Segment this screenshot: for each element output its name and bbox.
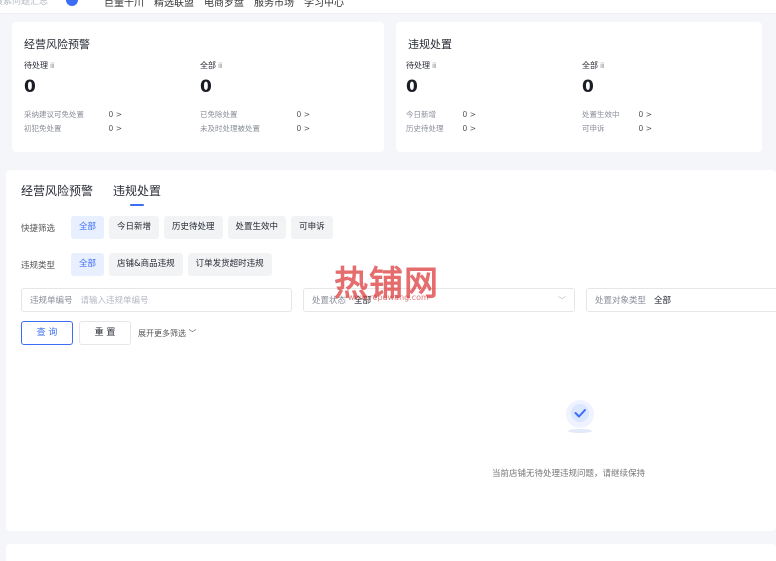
tab-risk-warning[interactable]: 经营风险预警 <box>21 182 93 199</box>
violation-row[interactable]: 今日新增 0 > <box>406 108 476 122</box>
violation-all-metric[interactable]: 全部 ⅲ 0 <box>582 60 604 97</box>
target-type-select[interactable]: 处置对象类型 全部 <box>586 288 776 312</box>
top-nav-bar: 搜索问题汇总 巨量千川 精选联盟 电商罗盘 服务市场 学习中心 <box>0 0 776 14</box>
chip-type-all[interactable]: 全部 <box>71 253 105 276</box>
nav-link-compass[interactable]: 电商罗盘 <box>204 0 244 9</box>
chip-type-shipping-timeout[interactable]: 订单发货超时违规 <box>187 253 272 276</box>
violation-all-value: 0 <box>582 77 594 97</box>
signal-icon: ⅲ <box>600 62 605 70</box>
chip-appealable[interactable]: 可申诉 <box>291 216 333 239</box>
chip-history-pending[interactable]: 历史待处理 <box>164 216 223 239</box>
chip-today-new[interactable]: 今日新增 <box>109 216 160 239</box>
bottom-panel <box>6 544 776 561</box>
empty-state-text: 当前店铺无待处理违规问题，请继续保持 <box>492 469 646 479</box>
risk-pending-label: 待处理 <box>24 61 48 70</box>
target-type-value: 全部 <box>654 296 672 306</box>
risk-all-value: 0 <box>200 77 212 97</box>
chevron-down-icon: ﹀ <box>188 329 197 338</box>
chip-all[interactable]: 全部 <box>71 216 105 239</box>
target-type-label: 处置对象类型 <box>595 296 647 306</box>
violation-type-label: 违规类型 <box>21 260 56 271</box>
chip-in-effect[interactable]: 处置生效中 <box>227 216 287 239</box>
ticket-number-label: 违规单编号 <box>30 296 73 306</box>
risk-rows-left: 采纳建议可免处置 0 > 初犯免处置 0 > <box>24 108 122 136</box>
empty-state-icon <box>566 400 594 433</box>
tab-violation-handling[interactable]: 违规处置 <box>113 182 161 206</box>
risk-all-metric[interactable]: 全部 ⅲ 0 <box>200 60 222 97</box>
nav-link-alliance[interactable]: 精选联盟 <box>154 0 194 9</box>
risk-row[interactable]: 已免除处置 0 > <box>200 108 310 122</box>
violation-pending-label: 待处理 <box>406 61 430 70</box>
violation-row[interactable]: 历史待处理 0 > <box>406 122 476 136</box>
signal-icon: ⅲ <box>218 62 223 70</box>
risk-row[interactable]: 初犯免处置 0 > <box>24 122 122 136</box>
chip-type-store-product[interactable]: 店铺&商品违规 <box>109 253 183 276</box>
quick-filter-label: 快捷筛选 <box>21 223 56 234</box>
violation-row[interactable]: 处置生效中 0 > <box>582 108 652 122</box>
ticket-number-input[interactable]: 请输入违规单编号 <box>81 294 149 306</box>
risk-pending-value: 0 <box>24 77 36 97</box>
risk-row[interactable]: 未及时处理被处置 0 > <box>200 122 310 136</box>
violation-rows-right: 处置生效中 0 > 可申诉 0 > <box>582 108 652 136</box>
query-button[interactable]: 查 询 <box>21 321 73 345</box>
violation-card-title: 违规处置 <box>408 38 452 51</box>
nav-link-learning-center[interactable]: 学习中心 <box>304 0 344 9</box>
violation-list-panel: 经营风险预警 违规处置 快捷筛选 全部 今日新增 历史待处理 处置生效中 可申诉… <box>6 170 776 531</box>
violation-rows-left: 今日新增 0 > 历史待处理 0 > <box>406 108 476 136</box>
risk-card-title: 经营风险预警 <box>24 38 90 51</box>
signal-icon: ⅲ <box>50 62 55 70</box>
ticket-number-field[interactable]: 违规单编号 请输入违规单编号 <box>21 288 292 312</box>
tab-bar: 经营风险预警 违规处置 <box>21 182 161 206</box>
signal-icon: ⅲ <box>432 62 437 70</box>
quick-filter-row: 快捷筛选 全部 今日新增 历史待处理 处置生效中 可申诉 <box>21 216 338 239</box>
violation-type-row: 违规类型 全部 店铺&商品违规 订单发货超时违规 <box>21 253 277 276</box>
expand-filters-link[interactable]: 展开更多筛选 ﹀ <box>138 328 197 339</box>
summary-panel: 经营风险预警 待处理 ⅲ 0 全部 ⅲ 0 采纳建议可免处置 0 > 初犯免处置 0 >… <box>6 16 776 160</box>
violation-card: 违规处置 待处理 ⅲ 0 全部 ⅲ 0 今日新增 0 > 历史待处理 0 > 处置生效中… <box>396 22 762 152</box>
nav-link-service-market[interactable]: 服务市场 <box>254 0 294 9</box>
risk-all-label: 全部 <box>200 61 216 70</box>
risk-pending-metric[interactable]: 待处理 ⅲ 0 <box>24 60 54 97</box>
violation-pending-metric[interactable]: 待处理 ⅲ 0 <box>406 60 436 97</box>
watermark-url: www.repuwang.com <box>348 293 429 302</box>
reset-button[interactable]: 重 置 <box>79 321 131 345</box>
risk-warning-card: 经营风险预警 待处理 ⅲ 0 全部 ⅲ 0 采纳建议可免处置 0 > 初犯免处置 0 >… <box>12 22 384 152</box>
violation-row[interactable]: 可申诉 0 > <box>582 122 652 136</box>
chevron-down-icon: ﹀ <box>558 295 566 305</box>
risk-rows-right: 已免除处置 0 > 未及时处理被处置 0 > <box>200 108 310 136</box>
violation-all-label: 全部 <box>582 61 598 70</box>
top-nav-links: 巨量千川 精选联盟 电商罗盘 服务市场 学习中心 <box>104 0 344 9</box>
nav-link-qianchuan[interactable]: 巨量千川 <box>104 0 144 9</box>
violation-pending-value: 0 <box>406 77 418 97</box>
risk-row[interactable]: 采纳建议可免处置 0 > <box>24 108 122 122</box>
